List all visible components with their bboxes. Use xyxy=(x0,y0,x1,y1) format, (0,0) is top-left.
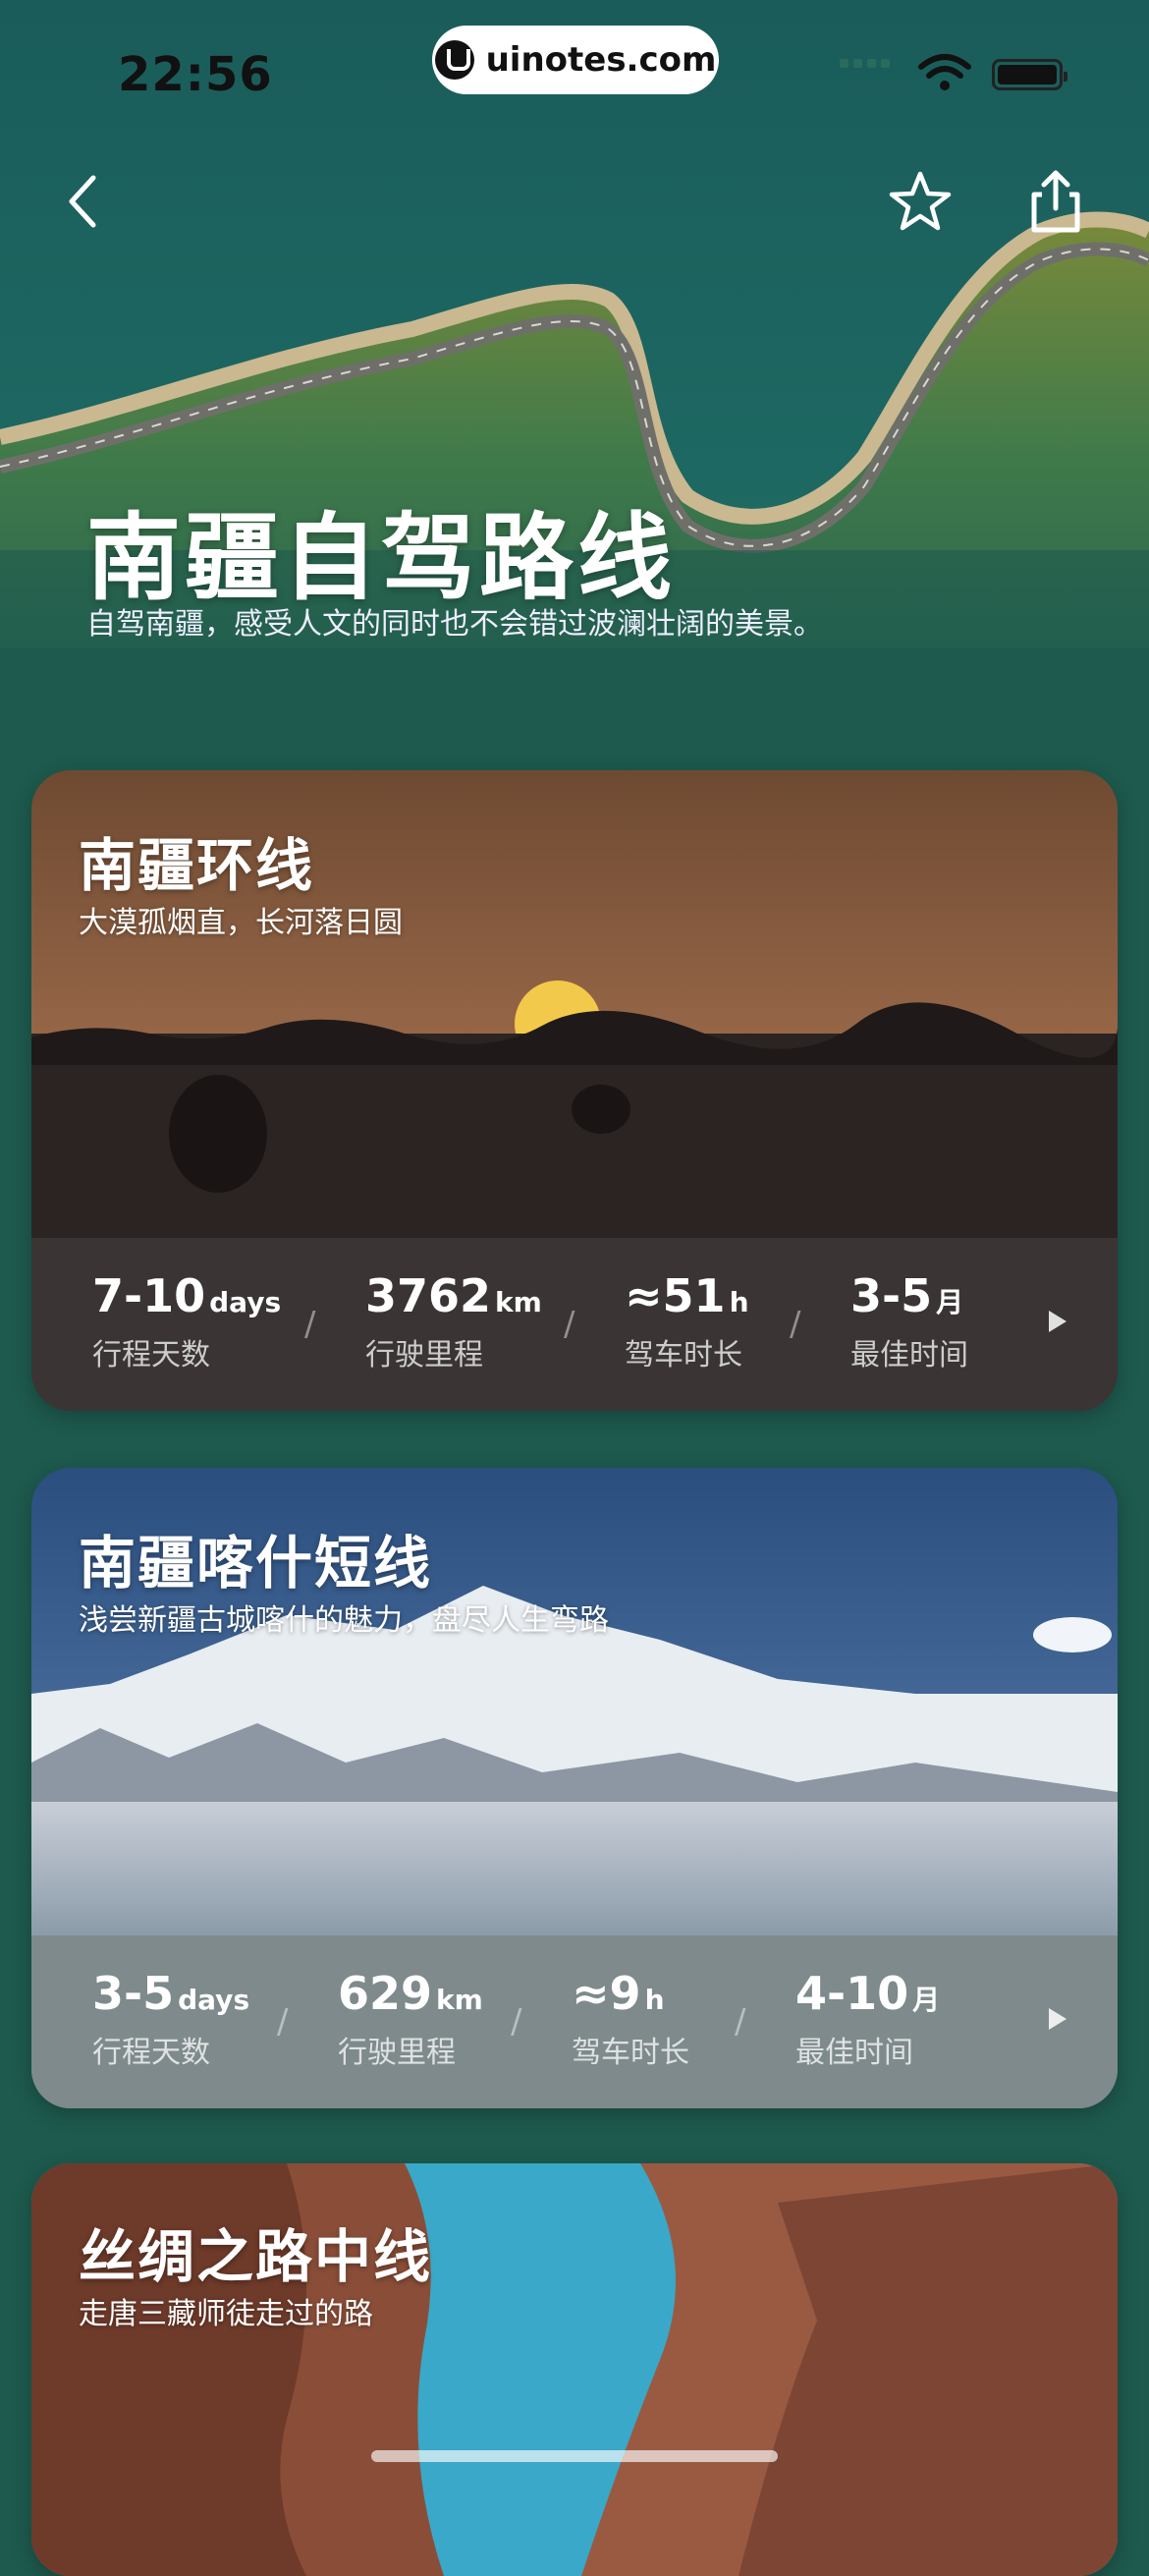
route-title: 南疆环线 xyxy=(79,832,315,899)
chevron-left-icon xyxy=(69,175,96,228)
play-arrow-icon[interactable] xyxy=(1049,2008,1067,2030)
route-stats-bar: 3-5 days 行程天数 / 629 km 行驶里程 / ≈9 h 驾车时长 / 4… xyxy=(31,1935,1118,2108)
share-button[interactable] xyxy=(1021,167,1090,236)
site-pill: uinotes.com xyxy=(432,26,719,94)
status-time: 22:56 xyxy=(118,47,273,102)
site-logo-icon xyxy=(434,40,474,80)
wifi-icon xyxy=(918,54,971,90)
stat-divider: / xyxy=(511,2002,522,2042)
stat-divider: / xyxy=(304,1305,316,1344)
stat-distance: 629 km 行驶里程 xyxy=(338,1967,483,2070)
share-icon xyxy=(1031,170,1080,233)
route-card-southern-loop[interactable]: 南疆环线 大漠孤烟直，长河落日圆 7-10 days 行程天数 / 3762 km … xyxy=(31,770,1118,1411)
route-title: 丝绸之路中线 xyxy=(79,2223,433,2290)
stat-divider: / xyxy=(564,1305,575,1344)
route-subtitle: 走唐三藏师徒走过的路 xyxy=(79,2297,373,2331)
status-bar: 22:56 uinotes.com xyxy=(0,0,1149,147)
battery-icon xyxy=(992,59,1067,90)
star-outline-icon xyxy=(889,171,952,231)
site-label: uinotes.com xyxy=(485,40,717,80)
page-subtitle: 自驾南疆，感受人文的同时也不会错过波澜壮阔的美景。 xyxy=(86,607,823,642)
stat-best-time: 3-5 月 最佳时间 xyxy=(850,1269,968,1372)
stat-distance: 3762 km 行驶里程 xyxy=(365,1269,542,1372)
stat-drive-time: ≈9 h 驾车时长 xyxy=(572,1967,689,2070)
stat-days: 3-5 days 行程天数 xyxy=(92,1967,250,2070)
stat-days: 7-10 days 行程天数 xyxy=(92,1269,282,1372)
cellular-signal-icon xyxy=(840,59,890,68)
route-subtitle: 大漠孤烟直，长河落日圆 xyxy=(79,906,403,940)
route-subtitle: 浅尝新疆古城喀什的魅力，盘尽人生弯路 xyxy=(79,1603,609,1638)
stat-divider: / xyxy=(277,2002,289,2042)
page-title: 南疆自驾路线 xyxy=(86,503,676,613)
route-card-silk-road[interactable]: 丝绸之路中线 走唐三藏师徒走过的路 xyxy=(31,2163,1118,2576)
stat-divider: / xyxy=(735,2002,746,2042)
favorite-button[interactable] xyxy=(886,167,955,236)
route-title: 南疆喀什短线 xyxy=(79,1530,433,1596)
route-card-kashgar-short[interactable]: 南疆喀什短线 浅尝新疆古城喀什的魅力，盘尽人生弯路 3-5 days 行程天数 /… xyxy=(31,1468,1118,2108)
home-indicator[interactable] xyxy=(371,2450,778,2462)
back-button[interactable] xyxy=(49,167,118,236)
stat-drive-time: ≈51 h 驾车时长 xyxy=(625,1269,749,1372)
route-stats-bar: 7-10 days 行程天数 / 3762 km 行驶里程 / ≈51 h 驾车时长 … xyxy=(31,1238,1118,1411)
stat-best-time: 4-10 月 最佳时间 xyxy=(795,1967,941,2070)
stat-divider: / xyxy=(790,1305,801,1344)
play-arrow-icon[interactable] xyxy=(1049,1311,1067,1332)
